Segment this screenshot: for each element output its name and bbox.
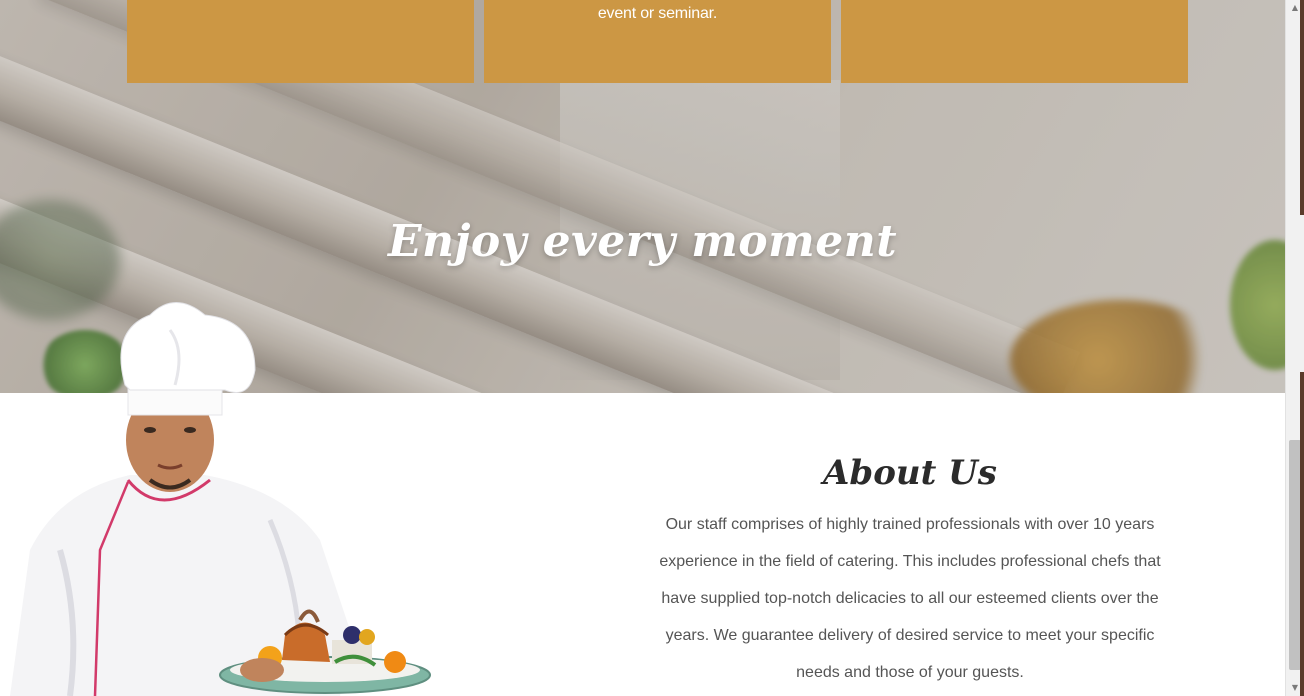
feature-card-1	[127, 0, 474, 83]
feature-card-2: event or seminar.	[484, 0, 831, 83]
feature-card-text: event or seminar.	[597, 5, 718, 22]
window-edge	[1300, 372, 1304, 696]
about-section: About Us Our staff comprises of highly t…	[640, 448, 1180, 691]
hero-title: Enjoy every moment	[387, 216, 898, 267]
feature-card-3	[841, 0, 1188, 83]
about-title: About Us	[823, 453, 997, 493]
chef-image	[10, 302, 431, 696]
about-description: Our staff comprises of highly trained pr…	[659, 516, 1161, 681]
window-edge	[1300, 0, 1304, 215]
